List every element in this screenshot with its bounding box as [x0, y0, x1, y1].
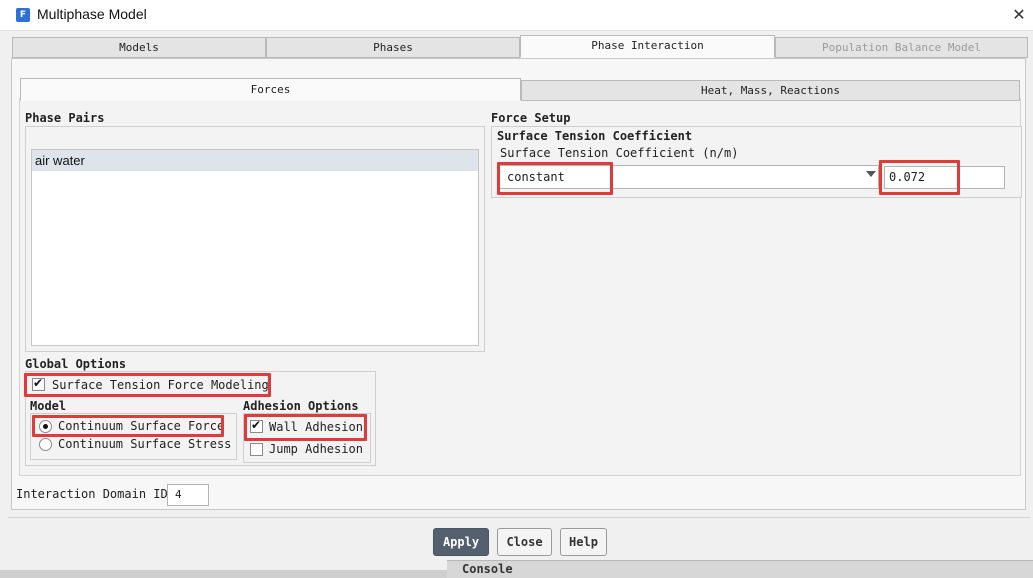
window-title: Multiphase Model — [37, 6, 147, 22]
surface-tension-field-label: Surface Tension Coefficient (n/m) — [500, 146, 739, 160]
tab-population-balance-model[interactable]: Population Balance Model — [775, 37, 1028, 58]
help-button[interactable]: Help — [560, 528, 607, 556]
console-label: Console — [462, 562, 513, 576]
close-icon[interactable]: ✕ — [1008, 3, 1030, 27]
force-setup-title: Force Setup — [491, 111, 571, 125]
apply-button[interactable]: Apply — [433, 528, 489, 556]
tab-models[interactable]: Models — [12, 37, 266, 58]
console-panel — [447, 560, 1033, 578]
tab-phase-interaction[interactable]: Phase Interaction — [520, 35, 775, 58]
highlight-box-csf — [32, 415, 224, 437]
background-strip — [0, 570, 447, 578]
jump-adhesion-label: Jump Adhesion — [269, 442, 363, 456]
interaction-domain-input[interactable]: 4 — [167, 484, 209, 506]
tab-phases[interactable]: Phases — [266, 37, 520, 58]
continuum-surface-stress-label: Continuum Surface Stress — [58, 437, 232, 451]
continuum-surface-stress-radio[interactable] — [39, 438, 52, 451]
highlight-box-wall-adhesion — [244, 414, 367, 441]
phase-pairs-title: Phase Pairs — [25, 111, 105, 125]
global-options-title: Global Options — [25, 357, 127, 371]
model-title: Model — [30, 399, 67, 413]
tab-heat-mass-reactions[interactable]: Heat, Mass, Reactions — [521, 80, 1020, 101]
tab-forces[interactable]: Forces — [20, 78, 521, 101]
highlight-box-modeling — [24, 373, 271, 397]
divider — [8, 517, 1030, 518]
adhesion-options-title: Adhesion Options — [243, 399, 359, 413]
jump-adhesion-checkbox[interactable] — [250, 443, 263, 456]
highlight-box-value — [879, 160, 960, 195]
close-button[interactable]: Close — [497, 528, 552, 556]
interaction-domain-label: Interaction Domain ID — [16, 487, 168, 501]
chevron-down-icon — [866, 171, 876, 177]
title-bar — [0, 0, 1033, 31]
highlight-box-method — [497, 162, 613, 195]
app-icon: F — [16, 8, 30, 22]
surface-tension-coefficient-title: Surface Tension Coefficient — [497, 129, 693, 143]
list-item[interactable]: air water — [32, 150, 478, 171]
phase-pairs-list[interactable] — [31, 149, 479, 346]
